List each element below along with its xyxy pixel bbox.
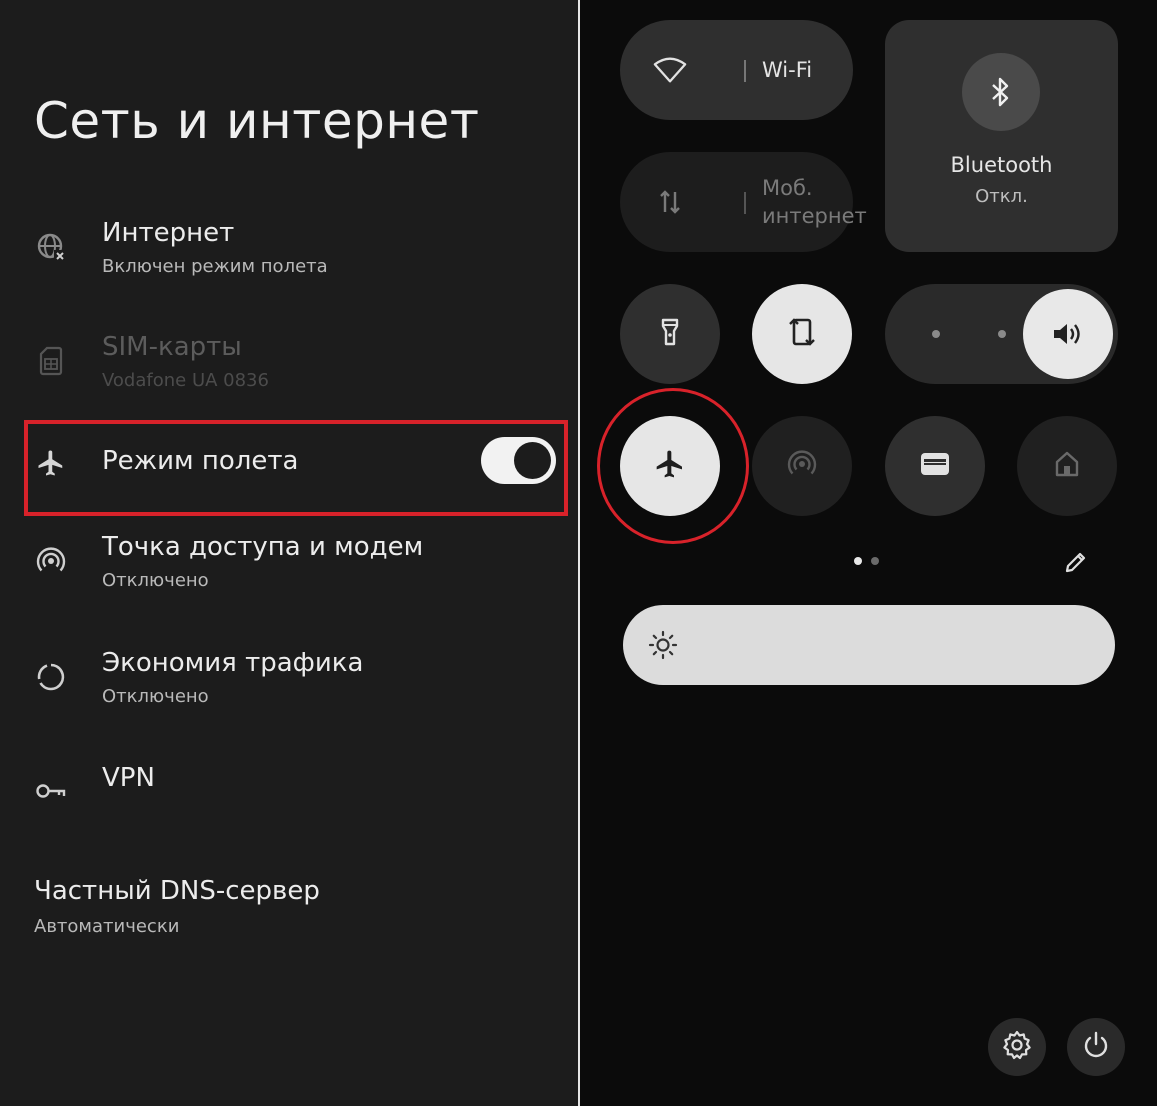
network-settings-panel: Сеть и интернет Интернет Включен режим п…	[0, 0, 578, 1106]
wifi-label: Wi-Fi	[762, 58, 813, 82]
settings-item-title: Экономия трафика	[102, 648, 364, 678]
page-title: Сеть и интернет	[34, 92, 480, 150]
tile-separator	[744, 192, 746, 214]
bluetooth-tile[interactable]: Bluetooth Откл.	[885, 20, 1118, 252]
mobile-label-line2: интернет	[762, 204, 867, 228]
settings-item-sim[interactable]: SIM-карты Vodafone UA 0836	[0, 324, 578, 414]
wifi-icon	[653, 54, 687, 86]
highlight-box	[24, 420, 568, 516]
flashlight-icon	[660, 317, 680, 351]
settings-button[interactable]	[988, 1018, 1046, 1076]
wifi-tile[interactable]: Wi-Fi	[620, 20, 853, 120]
bluetooth-label: Bluetooth	[950, 153, 1053, 177]
gear-icon	[1001, 1029, 1033, 1065]
home-icon	[1053, 450, 1081, 482]
settings-item-internet[interactable]: Интернет Включен режим полета	[0, 210, 578, 300]
settings-item-subtitle: Включен режим полета	[102, 256, 328, 277]
pencil-icon[interactable]	[1062, 548, 1090, 576]
settings-item-vpn[interactable]: VPN	[0, 755, 578, 835]
sun-icon	[647, 629, 679, 661]
settings-item-title: SIM-карты	[102, 332, 242, 362]
settings-item-title: Интернет	[102, 218, 235, 248]
wallet-icon	[919, 451, 951, 481]
settings-item-hotspot[interactable]: Точка доступа и модем Отключено	[0, 524, 578, 614]
hotspot-icon	[787, 449, 817, 483]
sim-card-icon	[34, 344, 68, 378]
settings-item-title: Точка доступа и модем	[102, 532, 424, 562]
power-icon	[1081, 1030, 1111, 1064]
mobile-data-tile[interactable]: Моб. интернет	[620, 152, 867, 252]
mobile-label-line1: Моб.	[762, 176, 813, 200]
volume-slider[interactable]	[885, 284, 1118, 384]
globe-off-icon	[34, 230, 68, 264]
hotspot-tile[interactable]	[752, 416, 852, 516]
vpn-key-icon	[34, 774, 68, 808]
settings-item-subtitle: Автоматически	[34, 916, 180, 937]
bluetooth-state: Откл.	[975, 186, 1028, 207]
settings-item-title: Частный DNS-сервер	[34, 876, 320, 906]
wallet-tile[interactable]	[885, 416, 985, 516]
flashlight-tile[interactable]	[620, 284, 720, 384]
hotspot-icon	[34, 544, 68, 578]
settings-item-subtitle: Vodafone UA 0836	[102, 370, 269, 391]
mobile-data-icon	[653, 186, 687, 218]
settings-item-data-saver[interactable]: Экономия трафика Отключено	[0, 640, 578, 730]
page-indicator-dot	[871, 557, 879, 565]
auto-rotate-tile[interactable]	[752, 284, 852, 384]
volume-icon[interactable]	[1023, 289, 1113, 379]
settings-item-private-dns[interactable]: Частный DNS-сервер Автоматически	[0, 870, 578, 950]
power-button[interactable]	[1067, 1018, 1125, 1076]
volume-step-dot	[998, 330, 1006, 338]
bluetooth-icon	[962, 53, 1040, 131]
auto-rotate-icon	[789, 315, 815, 353]
settings-item-subtitle: Отключено	[102, 686, 209, 707]
volume-step-dot	[932, 330, 940, 338]
highlight-circle	[597, 388, 749, 544]
brightness-slider[interactable]	[623, 605, 1115, 685]
settings-item-subtitle: Отключено	[102, 570, 209, 591]
page-indicator-dot-active	[854, 557, 862, 565]
home-tile[interactable]	[1017, 416, 1117, 516]
tile-separator	[744, 60, 746, 82]
settings-item-title: VPN	[102, 763, 155, 793]
data-saver-icon	[34, 660, 68, 694]
